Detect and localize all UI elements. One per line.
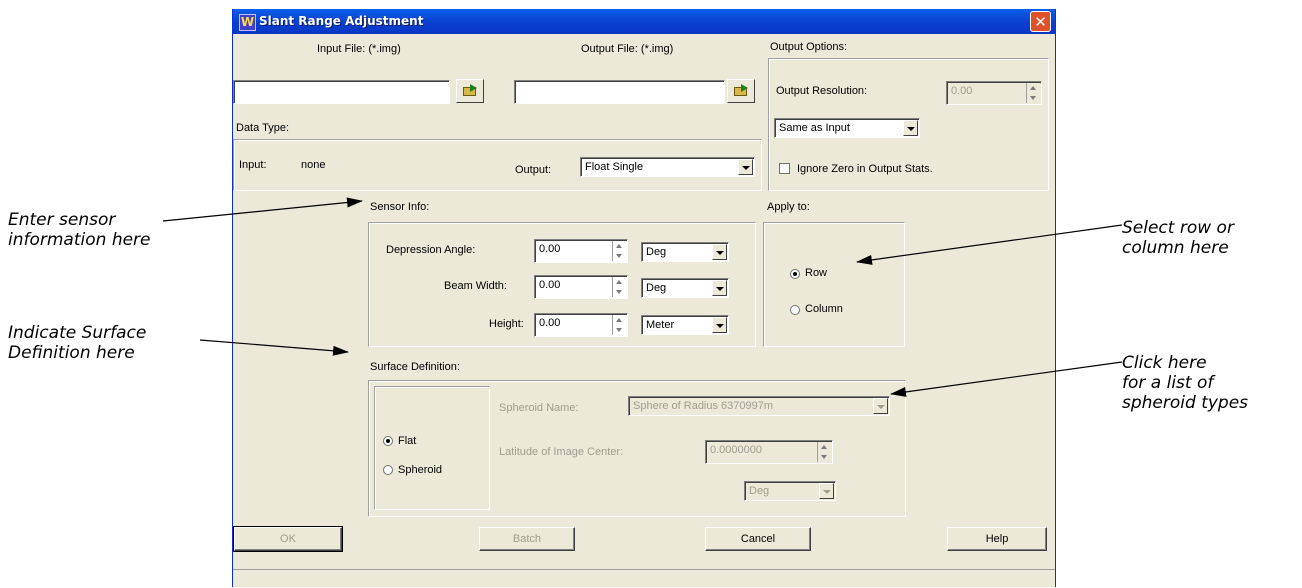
arrow-surface-definition bbox=[199, 339, 349, 356]
arrow-apply-to bbox=[856, 224, 1123, 265]
annotation-arrows bbox=[162, 197, 1123, 397]
arrow-sensor-info bbox=[162, 197, 363, 222]
arrow-spheroid-name bbox=[890, 361, 1123, 397]
